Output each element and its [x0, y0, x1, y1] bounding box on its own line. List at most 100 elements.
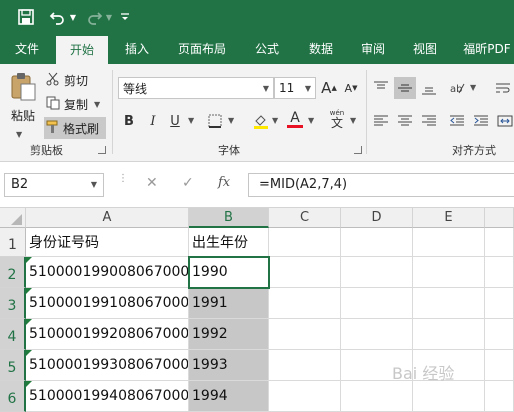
cell-e1[interactable]	[413, 228, 485, 257]
row-header-5[interactable]: 5	[0, 350, 26, 381]
column-header-a[interactable]: A	[26, 208, 189, 228]
decrease-indent-icon[interactable]	[446, 110, 468, 132]
paste-dropdown-icon[interactable]: ▼	[16, 130, 22, 139]
cell-d4[interactable]	[341, 319, 413, 350]
number-as-text-warning-icon[interactable]	[26, 319, 32, 325]
column-header-d[interactable]: D	[341, 208, 413, 228]
decrease-font-size-icon[interactable]: A ▼	[340, 77, 362, 99]
cell-e2[interactable]	[413, 257, 485, 288]
cell-a3[interactable]: 510000199108067000	[26, 288, 189, 319]
cell-a2[interactable]: 510000199008067000	[26, 257, 189, 288]
fill-color-dropdown-icon[interactable]: ▼	[272, 116, 278, 125]
cell-e3[interactable]	[413, 288, 485, 319]
customize-toolbar-icon[interactable]	[118, 6, 132, 28]
cell-c5[interactable]	[269, 350, 341, 381]
font-name-dropdown-icon[interactable]: ▼	[263, 84, 269, 93]
cell-d1[interactable]	[341, 228, 413, 257]
number-as-text-warning-icon[interactable]	[26, 381, 32, 387]
italic-button[interactable]: I	[142, 110, 164, 132]
font-color-icon[interactable]: A	[284, 108, 306, 130]
wrap-text-icon[interactable]	[492, 77, 514, 99]
phonetic-dropdown-icon[interactable]: ▼	[350, 116, 356, 125]
tab-file[interactable]: 文件	[2, 34, 52, 64]
select-all-corner[interactable]	[0, 208, 26, 228]
cell-b2[interactable]: 1990	[189, 257, 269, 288]
column-header-c[interactable]: C	[269, 208, 341, 228]
paste-button[interactable]: 粘贴	[6, 72, 40, 126]
column-header-e[interactable]: E	[413, 208, 485, 228]
cell-a4[interactable]: 510000199208067000	[26, 319, 189, 350]
copy-dropdown-icon[interactable]: ▼	[94, 100, 100, 109]
row-header-1[interactable]: 1	[0, 228, 26, 257]
cell-c2[interactable]	[269, 257, 341, 288]
cell-f4[interactable]	[485, 319, 514, 350]
merge-center-icon[interactable]	[494, 110, 514, 132]
tab-page-layout[interactable]: 页面布局	[168, 34, 236, 64]
align-left-icon[interactable]	[370, 110, 392, 132]
name-box-dropdown-icon[interactable]: ▼	[91, 174, 97, 196]
bold-button[interactable]: B	[118, 110, 140, 132]
font-color-dropdown-icon[interactable]: ▼	[308, 116, 314, 125]
cell-b1[interactable]: 出生年份	[189, 228, 269, 257]
tab-home[interactable]: 开始	[56, 36, 108, 64]
increase-font-size-icon[interactable]: A ▲	[318, 77, 340, 99]
font-size-dropdown-icon[interactable]: ▼	[305, 84, 311, 93]
tab-data[interactable]: 数据	[298, 34, 344, 64]
align-middle-icon[interactable]	[394, 77, 416, 99]
fill-color-icon[interactable]	[250, 110, 272, 132]
cell-c6[interactable]	[269, 381, 341, 412]
font-name-select[interactable]: 等线 ▼	[118, 77, 274, 99]
underline-button[interactable]: U	[164, 110, 186, 132]
font-launcher-icon[interactable]	[354, 146, 362, 154]
copy-button[interactable]: 复制 ▼	[46, 94, 100, 114]
cut-button[interactable]: 剪切	[46, 70, 88, 90]
orientation-icon[interactable]: ab	[446, 77, 468, 99]
tab-review[interactable]: 审阅	[350, 34, 396, 64]
row-header-6[interactable]: 6	[0, 381, 26, 412]
cell-c3[interactable]	[269, 288, 341, 319]
underline-dropdown-icon[interactable]: ▼	[188, 116, 194, 125]
cell-f3[interactable]	[485, 288, 514, 319]
number-as-text-warning-icon[interactable]	[26, 257, 32, 263]
column-header-f[interactable]	[485, 208, 514, 228]
increase-indent-icon[interactable]	[470, 110, 492, 132]
save-icon[interactable]	[14, 6, 38, 28]
cell-e6[interactable]	[413, 381, 485, 412]
insert-function-icon[interactable]: fx	[218, 175, 230, 190]
cell-a5[interactable]: 510000199308067000	[26, 350, 189, 381]
cell-a1[interactable]: 身份证号码	[26, 228, 189, 257]
tab-view[interactable]: 视图	[402, 34, 448, 64]
undo-dropdown-icon[interactable]: ▼	[68, 6, 78, 28]
cell-b5[interactable]: 1993	[189, 350, 269, 381]
align-right-icon[interactable]	[418, 110, 440, 132]
tab-formulas[interactable]: 公式	[244, 34, 290, 64]
cell-c1[interactable]	[269, 228, 341, 257]
align-center-icon[interactable]	[394, 110, 416, 132]
number-as-text-warning-icon[interactable]	[26, 350, 32, 356]
cell-a6[interactable]: 510000199408067000	[26, 381, 189, 412]
cell-f5[interactable]	[485, 350, 514, 381]
enter-icon[interactable]: ✓	[182, 175, 194, 191]
row-header-4[interactable]: 4	[0, 319, 26, 350]
clipboard-launcher-icon[interactable]	[98, 146, 106, 154]
cell-b4[interactable]: 1992	[189, 319, 269, 350]
orientation-dropdown-icon[interactable]: ▼	[470, 83, 476, 92]
cell-b6[interactable]: 1994	[189, 381, 269, 412]
formula-bar-grip[interactable]: ⋮	[118, 174, 128, 184]
cell-d3[interactable]	[341, 288, 413, 319]
cancel-icon[interactable]: ✕	[146, 175, 158, 191]
cell-f6[interactable]	[485, 381, 514, 412]
tab-foxit-pdf[interactable]: 福昕PDF	[456, 34, 514, 64]
format-painter-button[interactable]: 格式刷	[44, 117, 106, 139]
number-as-text-warning-icon[interactable]	[26, 288, 32, 294]
align-top-icon[interactable]	[370, 77, 392, 99]
tab-insert[interactable]: 插入	[112, 34, 162, 64]
borders-dropdown-icon[interactable]: ▼	[228, 116, 234, 125]
cell-f1[interactable]	[485, 228, 514, 257]
align-bottom-icon[interactable]	[418, 77, 440, 99]
undo-icon[interactable]	[46, 6, 68, 28]
cell-b3[interactable]: 1991	[189, 288, 269, 319]
font-size-select[interactable]: 11 ▼	[274, 77, 316, 99]
row-header-3[interactable]: 3	[0, 288, 26, 319]
cell-d2[interactable]	[341, 257, 413, 288]
